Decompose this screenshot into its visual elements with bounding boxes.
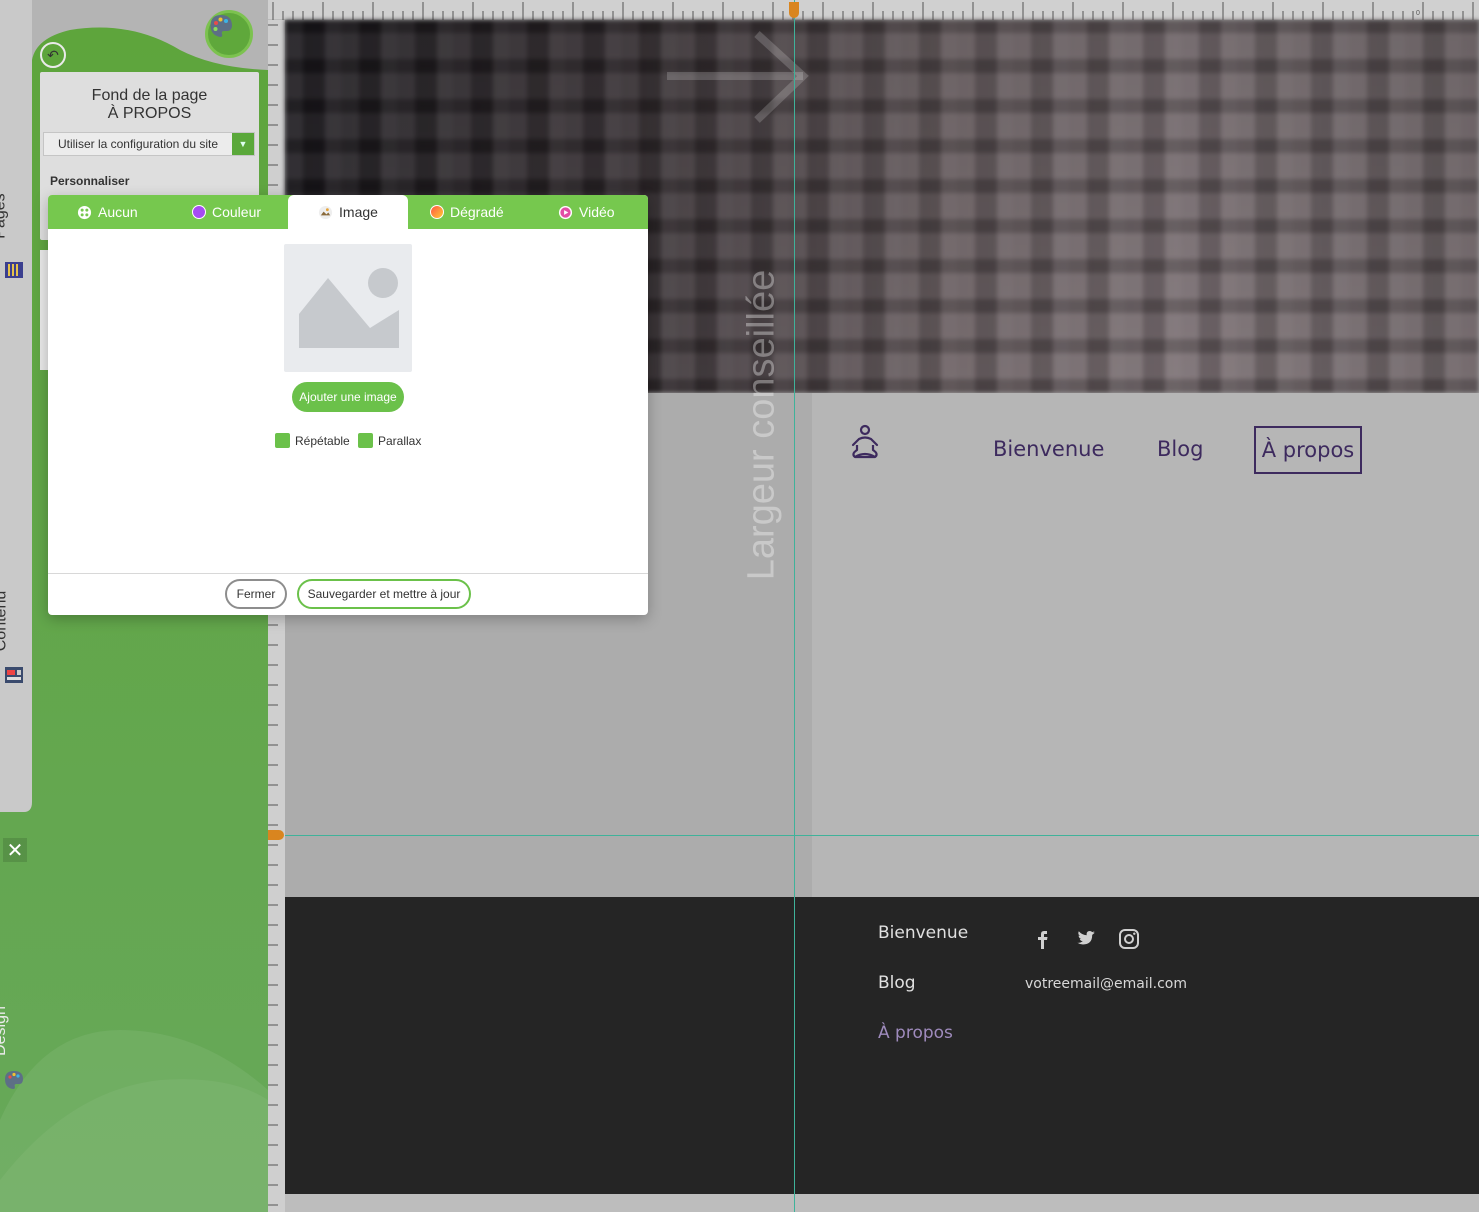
tab-video-label: Vidéo [579, 204, 615, 220]
palette-icon [210, 15, 232, 37]
ruler-zero-label: 0 [1416, 10, 1420, 17]
tab-aucun[interactable]: Aucun [77, 195, 138, 229]
footer-email[interactable]: votreemail@email.com [1025, 976, 1187, 992]
site-config-select[interactable]: Utiliser la configuration du site ▼ [43, 132, 255, 156]
background-type-tabs: Aucun Couleur Image Dégradé Vidéo [48, 195, 648, 229]
tab-degrade[interactable]: Dégradé [430, 195, 504, 229]
close-sidebar-button[interactable]: ✕ [3, 838, 27, 862]
arrow-right-icon [667, 31, 809, 123]
chevron-down-icon: ▼ [232, 133, 254, 155]
top-ruler-marker[interactable] [789, 2, 799, 18]
image-placeholder-icon [299, 268, 399, 348]
nav-item-a-propos[interactable]: À propos [1254, 426, 1362, 474]
footer-link-bienvenue[interactable]: Bienvenue [878, 923, 968, 943]
color-icon [192, 205, 206, 219]
tab-image-label: Image [339, 204, 378, 220]
repeatable-checkbox[interactable]: Répétable [275, 433, 350, 448]
tab-design-label: Design [0, 1006, 9, 1056]
panel-page-name: À PROPOS [107, 105, 192, 122]
facebook-icon[interactable] [1030, 927, 1054, 951]
horizontal-guide-line[interactable] [285, 835, 1479, 836]
panel-title: Fond de la page [91, 87, 208, 104]
tab-degrade-label: Dégradé [450, 204, 504, 220]
tab-design[interactable]: Design [0, 975, 32, 1056]
tab-contenu[interactable]: Contenu [0, 565, 32, 652]
footer-link-blog[interactable]: Blog [878, 973, 916, 993]
vertical-tab-strip [0, 0, 32, 812]
image-placeholder[interactable] [284, 244, 412, 372]
recommended-width-watermark: Largeur conseillée [740, 269, 783, 581]
tab-aucun-label: Aucun [98, 204, 138, 220]
pages-icon[interactable] [3, 259, 25, 281]
site-config-select-value: Utiliser la configuration du site [57, 137, 219, 151]
footer-link-a-propos[interactable]: À propos [878, 1023, 953, 1043]
content-area-right [812, 393, 1479, 897]
tab-couleur[interactable]: Couleur [192, 195, 261, 229]
repeatable-label: Répétable [295, 433, 350, 448]
personalize-label: Personnaliser [50, 174, 130, 188]
top-ruler[interactable]: 0 [268, 0, 1479, 20]
close-button[interactable]: Fermer [225, 579, 287, 609]
tab-contenu-label: Contenu [0, 590, 9, 652]
add-image-button[interactable]: Ajouter une image [292, 382, 404, 412]
instagram-icon[interactable] [1117, 927, 1141, 951]
tab-video[interactable]: Vidéo [558, 195, 615, 229]
nav-item-bienvenue[interactable]: Bienvenue [993, 437, 1104, 461]
back-arrow-icon: ↶ [47, 46, 59, 63]
back-button[interactable]: ↶ [40, 42, 66, 68]
content-icon[interactable] [3, 664, 25, 686]
parallax-label: Parallax [378, 433, 422, 448]
meditation-logo-icon[interactable] [845, 423, 885, 463]
below-page-area [285, 1194, 1479, 1212]
twitter-icon[interactable] [1073, 927, 1097, 951]
checkbox-checked-icon [358, 433, 373, 448]
modal-footer-divider [48, 573, 648, 574]
parallax-checkbox[interactable]: Parallax [358, 433, 421, 448]
tab-pages[interactable]: Pages [0, 160, 32, 240]
none-icon [77, 205, 92, 219]
save-and-update-button[interactable]: Sauvegarder et mettre à jour [297, 579, 471, 609]
design-palette-button[interactable] [205, 10, 253, 58]
close-icon: ✕ [6, 839, 24, 862]
checkbox-checked-icon [275, 433, 290, 448]
image-icon [318, 205, 333, 219]
nav-item-a-propos-label: À propos [1261, 438, 1355, 462]
nav-item-blog[interactable]: Blog [1157, 437, 1203, 461]
video-icon [558, 205, 573, 219]
background-settings-modal: Aucun Couleur Image Dégradé Vidéo Ajoute… [48, 195, 648, 615]
tab-image[interactable]: Image [288, 195, 408, 229]
tab-couleur-label: Couleur [212, 204, 262, 220]
left-ruler-marker[interactable] [268, 830, 284, 840]
palette-icon[interactable] [3, 1069, 25, 1091]
gradient-icon [430, 205, 444, 219]
tab-pages-label: Pages [0, 193, 9, 239]
vertical-guide-line[interactable] [794, 0, 795, 1212]
